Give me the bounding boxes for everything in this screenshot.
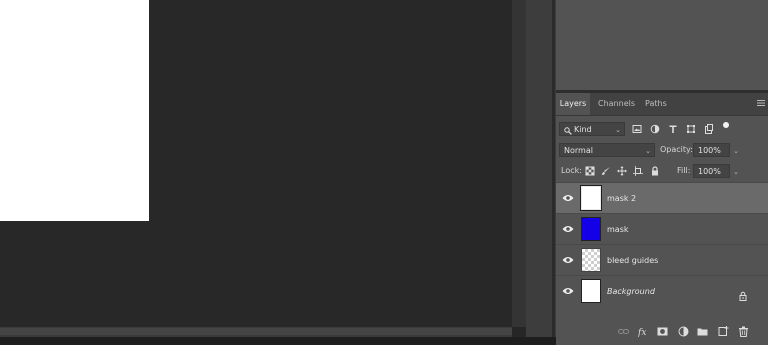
new-group-icon[interactable] (697, 326, 708, 337)
opacity-label: Opacity: (660, 145, 693, 154)
layer-name[interactable]: mask (607, 214, 629, 245)
lock-transparent-pixels-icon[interactable] (585, 166, 595, 176)
filter-row: Kind ⌄ (556, 121, 768, 137)
layers-footer: fx (556, 319, 768, 345)
visibility-eye-icon[interactable] (562, 193, 574, 203)
opacity-slider-chevron-icon[interactable]: ⌄ (733, 144, 739, 158)
filter-kind-value: Kind (574, 125, 592, 134)
smart-object-filter-icon[interactable] (704, 124, 714, 134)
layer-thumbnail[interactable] (580, 185, 602, 211)
lock-position-icon[interactable] (617, 166, 627, 176)
layer-row-bleed-guides[interactable]: bleed guides (556, 244, 768, 276)
layer-row-mask-2[interactable]: mask 2 (556, 182, 768, 214)
link-layers-icon[interactable] (618, 326, 629, 337)
lock-artboard-icon[interactable] (633, 166, 643, 176)
new-layer-icon[interactable] (718, 326, 729, 337)
layer-row-mask[interactable]: mask (556, 213, 768, 245)
blend-mode-value: Normal (564, 146, 593, 155)
panel-tabs: Layers Channels Paths (556, 93, 768, 116)
opacity-input[interactable]: 100% ⌄ (693, 143, 739, 157)
layer-name[interactable]: Background (607, 276, 655, 307)
layer-thumbnail[interactable] (581, 279, 601, 303)
vertical-scrollbar[interactable] (512, 0, 526, 327)
layer-thumbnail[interactable] (581, 217, 601, 241)
layer-name[interactable]: bleed guides (607, 245, 658, 276)
panel-divider[interactable] (552, 0, 555, 345)
visibility-eye-icon[interactable] (562, 224, 574, 234)
visibility-eye-icon[interactable] (562, 286, 574, 296)
canvas-area[interactable] (0, 0, 512, 327)
fill-slider-chevron-icon[interactable]: ⌄ (733, 165, 739, 179)
filter-toggle-icon[interactable] (723, 122, 729, 128)
fill-value: 100% (698, 167, 721, 176)
add-mask-icon[interactable] (657, 326, 668, 337)
layer-lock-icon[interactable] (738, 286, 748, 301)
upper-panel (556, 0, 768, 90)
adjustment-filter-icon[interactable] (650, 124, 660, 134)
tab-channels[interactable]: Channels (598, 93, 635, 115)
layers-panel: Layers Channels Paths Kind ⌄ Normal ⌄ Op… (556, 93, 768, 345)
svg-text:fx: fx (638, 328, 646, 337)
fill-input[interactable]: 100% ⌄ (693, 164, 739, 178)
layer-row-background[interactable]: Background (556, 275, 768, 307)
pixel-filter-icon[interactable] (632, 124, 642, 134)
chevron-down-icon: ⌄ (645, 147, 651, 155)
chevron-down-icon: ⌄ (615, 126, 621, 134)
layer-thumbnail[interactable] (581, 248, 601, 272)
blend-mode-select[interactable]: Normal ⌄ (559, 143, 655, 157)
search-icon (564, 126, 572, 135)
lock-label: Lock: (561, 166, 582, 175)
lock-all-icon[interactable] (650, 166, 660, 176)
adjustment-layer-icon[interactable] (678, 326, 689, 337)
tab-paths[interactable]: Paths (645, 93, 667, 115)
type-filter-icon[interactable] (668, 124, 678, 134)
document-canvas[interactable] (0, 0, 149, 221)
fx-icon[interactable]: fx (638, 326, 649, 337)
horizontal-scrollbar[interactable] (0, 327, 512, 337)
visibility-eye-icon[interactable] (562, 255, 574, 265)
blend-row: Normal ⌄ Opacity: 100% ⌄ (556, 142, 768, 158)
shape-filter-icon[interactable] (686, 124, 696, 134)
panel-menu-icon[interactable] (757, 99, 765, 108)
lock-row: Lock: Fill: 100% ⌄ (556, 163, 768, 179)
lock-image-pixels-icon[interactable] (601, 166, 611, 176)
layer-name[interactable]: mask 2 (607, 183, 636, 214)
tab-layers[interactable]: Layers (556, 93, 590, 115)
filter-kind-select[interactable]: Kind ⌄ (559, 122, 625, 136)
opacity-value: 100% (698, 146, 721, 155)
horizontal-scroll-thumb[interactable] (0, 328, 512, 335)
delete-layer-icon[interactable] (738, 326, 749, 337)
fill-label: Fill: (677, 166, 691, 175)
